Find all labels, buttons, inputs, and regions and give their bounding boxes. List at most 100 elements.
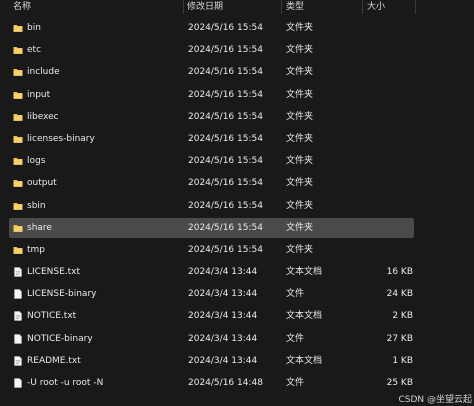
column-header-size[interactable]: 大小 (367, 0, 385, 14)
column-divider[interactable] (415, 0, 416, 14)
folder-icon (13, 90, 23, 100)
file-type: 文件夹 (286, 133, 314, 144)
file-modified-date: 2024/5/16 15:54 (188, 222, 263, 233)
file-row[interactable]: tmp 2024/5/16 15:54 文件夹 (0, 240, 474, 262)
file-name: LICENSE.txt (27, 267, 81, 278)
file-name: README.txt (27, 355, 81, 366)
file-icon (13, 333, 23, 344)
file-type: 文件 (286, 333, 305, 344)
file-row[interactable]: bin 2024/5/16 15:54 文件夹 (0, 18, 474, 40)
file-modified-date: 2024/5/16 15:54 (188, 45, 263, 56)
file-name: etc (27, 45, 42, 56)
file-modified-date: 2024/5/16 14:48 (188, 378, 263, 388)
file-modified-date: 2024/5/16 15:54 (188, 89, 263, 100)
file-name: NOTICE.txt (27, 311, 77, 322)
file-type: 文件 (286, 289, 305, 300)
file-type: 文本文档 (286, 311, 323, 322)
file-row[interactable]: sbin 2024/5/16 15:54 文件夹 (0, 196, 474, 218)
file-name: bin (27, 23, 41, 33)
file-modified-date: 2024/3/4 13:44 (188, 355, 258, 366)
file-row[interactable]: NOTICE-binary 2024/3/4 13:44 文件 27 KB (0, 329, 474, 351)
file-row[interactable]: logs 2024/5/16 15:54 文件夹 (0, 151, 474, 173)
file-type: 文件夹 (286, 178, 314, 189)
column-header-bar: 名称 修改日期 类型 大小 (0, 0, 474, 14)
text-file-icon (13, 311, 23, 322)
file-name: -U root -u root -N (27, 378, 104, 388)
file-name: libexec (27, 111, 59, 122)
file-list: bin 2024/5/16 15:54 文件夹 etc 2024/5/16 15:54 文… (0, 18, 474, 395)
folder-icon (13, 245, 23, 255)
file-icon (13, 289, 23, 299)
file-row[interactable]: etc 2024/5/16 15:54 文件夹 (0, 40, 474, 62)
file-size: 1 KB (392, 355, 413, 366)
file-modified-date: 2024/5/16 15:54 (188, 244, 263, 255)
file-name: licenses-binary (27, 133, 95, 144)
file-row[interactable]: README.txt 2024/3/4 13:44 文本文档 1 KB (0, 351, 474, 373)
column-divider[interactable] (183, 0, 184, 14)
folder-icon (13, 134, 23, 144)
column-divider[interactable] (281, 0, 282, 14)
folder-icon (13, 223, 23, 233)
file-modified-date: 2024/3/4 13:44 (188, 267, 258, 278)
folder-icon (13, 178, 23, 188)
file-modified-date: 2024/5/16 15:54 (188, 178, 263, 189)
file-name: sbin (27, 200, 46, 211)
file-name: NOTICE-binary (27, 333, 93, 344)
file-name: LICENSE-binary (27, 289, 97, 300)
file-modified-date: 2024/5/16 15:54 (188, 200, 263, 211)
file-explorer-window: 名称 修改日期 类型 大小 bin 2024/5/16 15:54 文件夹 etc 20… (0, 0, 474, 406)
folder-icon (13, 201, 23, 211)
file-name: logs (27, 156, 46, 167)
file-type: 文件夹 (286, 67, 314, 78)
file-modified-date: 2024/5/16 15:54 (188, 133, 263, 144)
file-modified-date: 2024/3/4 13:44 (188, 289, 258, 300)
file-type: 文件夹 (286, 156, 314, 167)
file-row[interactable]: LICENSE-binary 2024/3/4 13:44 文件 24 KB (0, 284, 474, 306)
file-name: output (27, 178, 57, 189)
folder-icon (13, 45, 23, 55)
file-modified-date: 2024/5/16 15:54 (188, 156, 263, 167)
text-file-icon (13, 356, 23, 366)
file-size: 2 KB (392, 311, 413, 322)
file-row[interactable]: include 2024/5/16 15:54 文件夹 (0, 62, 474, 84)
file-row[interactable]: input 2024/5/16 15:54 文件夹 (0, 85, 474, 107)
file-type: 文件夹 (286, 89, 314, 100)
file-row[interactable]: LICENSE.txt 2024/3/4 13:44 文本文档 16 KB (0, 262, 474, 284)
column-header-name[interactable]: 名称 (13, 0, 31, 14)
file-type: 文件夹 (286, 200, 314, 211)
column-divider[interactable] (362, 0, 363, 14)
file-row[interactable]: share 2024/5/16 15:54 文件夹 (0, 217, 474, 240)
file-row[interactable]: licenses-binary 2024/5/16 15:54 文件夹 (0, 129, 474, 151)
watermark: CSDN @坐望云起 (398, 395, 472, 405)
file-modified-date: 2024/5/16 15:54 (188, 23, 263, 33)
file-type: 文件夹 (286, 111, 314, 122)
file-name: share (27, 222, 52, 233)
file-icon (13, 378, 23, 388)
text-file-icon (13, 267, 23, 277)
folder-icon (13, 67, 23, 77)
file-type: 文件夹 (286, 222, 314, 233)
file-size: 24 KB (386, 289, 413, 300)
folder-icon (13, 112, 23, 122)
file-type: 文本文档 (286, 267, 323, 278)
file-size: 27 KB (386, 333, 413, 344)
column-header-type[interactable]: 类型 (286, 0, 304, 14)
folder-icon (13, 156, 23, 166)
file-modified-date: 2024/5/16 15:54 (188, 67, 263, 78)
file-name: tmp (27, 244, 46, 255)
file-row[interactable]: output 2024/5/16 15:54 文件夹 (0, 173, 474, 195)
file-name: input (27, 89, 51, 100)
file-type: 文件 (286, 378, 305, 388)
file-name: include (27, 67, 60, 78)
file-type: 文件夹 (286, 45, 314, 56)
file-type: 文件夹 (286, 23, 314, 33)
file-row[interactable]: NOTICE.txt 2024/3/4 13:44 文本文档 2 KB (0, 306, 474, 328)
file-modified-date: 2024/3/4 13:44 (188, 333, 258, 344)
file-type: 文件夹 (286, 244, 314, 255)
folder-icon (13, 23, 23, 33)
file-modified-date: 2024/3/4 13:44 (188, 311, 258, 322)
file-size: 16 KB (386, 267, 413, 278)
column-header-date[interactable]: 修改日期 (187, 0, 223, 14)
file-modified-date: 2024/5/16 15:54 (188, 111, 263, 122)
file-row[interactable]: libexec 2024/5/16 15:54 文件夹 (0, 107, 474, 129)
